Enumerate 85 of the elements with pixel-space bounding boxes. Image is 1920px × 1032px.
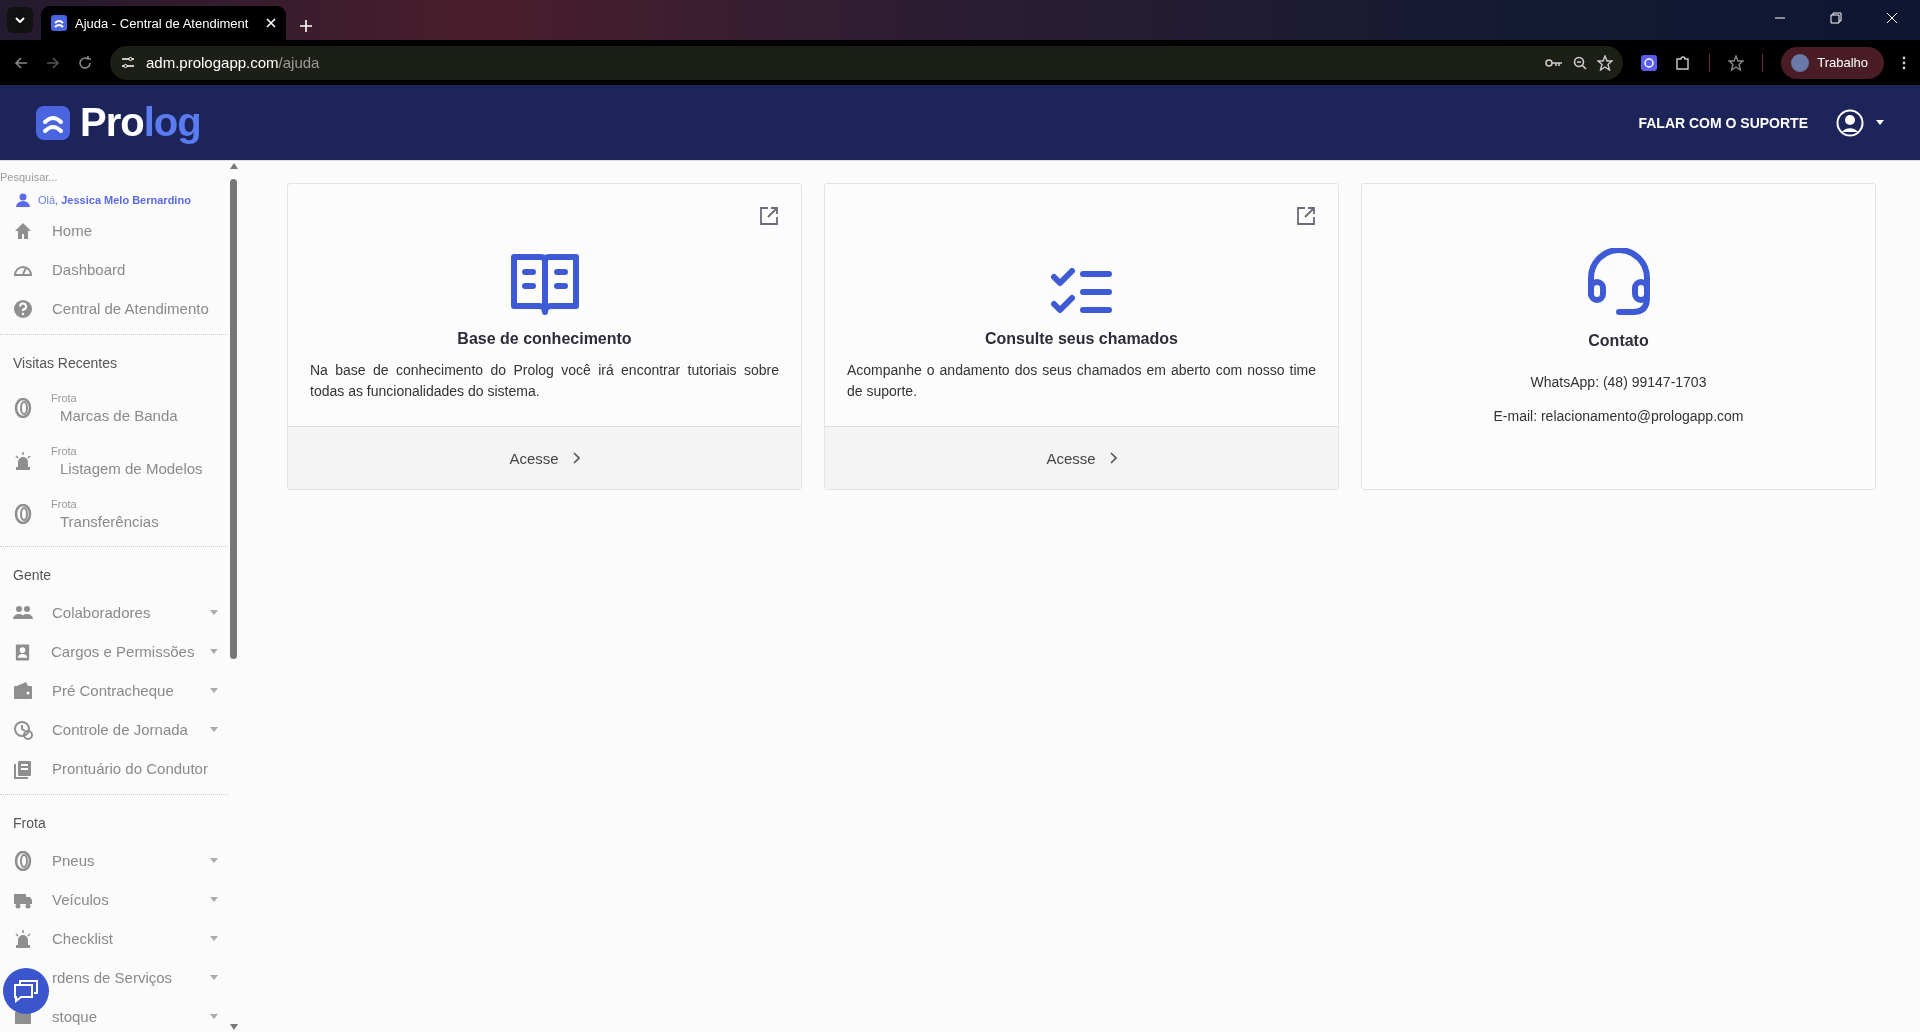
forward-icon[interactable]	[46, 55, 60, 70]
profile-button[interactable]: Trabalho	[1781, 46, 1884, 79]
card-title: Consulte seus chamados	[985, 330, 1178, 348]
caret-icon	[210, 897, 218, 902]
card-text: Na base de conhecimento do Prolog você irá encontrar tutoriais sobre todas as funcionalidades do sistema.	[310, 361, 779, 401]
sidebar-item[interactable]: Checklist	[0, 919, 228, 958]
scroll-down-icon[interactable]	[230, 1024, 238, 1030]
sidebar-item[interactable]: Dashboard	[0, 250, 228, 289]
search-field[interactable]: Pesquisar...	[0, 161, 200, 189]
siren-icon	[13, 450, 33, 471]
scrollbar[interactable]	[228, 161, 240, 1032]
recent-item[interactable]: Frota Transferências	[0, 487, 228, 540]
recent-item[interactable]: Frota Listagem de Modelos	[0, 434, 228, 487]
sidebar-item[interactable]: Pneus	[0, 841, 228, 880]
access-button[interactable]: Acesse	[288, 426, 801, 489]
contact-text: WhatsApp: (48) 99147-1703	[1530, 374, 1707, 390]
star-icon[interactable]	[1597, 54, 1614, 71]
sidebar-item[interactable]: Colaboradores	[0, 593, 228, 632]
support-link[interactable]: FALAR COM O SUPORTE	[1638, 114, 1808, 131]
close-icon[interactable]	[266, 18, 276, 28]
caret-icon	[210, 858, 218, 863]
contact-text: E-mail: relacionamento@prologapp.com	[1493, 408, 1744, 424]
browser-tab[interactable]: Ajuda - Central de Atendiment	[41, 6, 286, 40]
access-button[interactable]: Acesse	[825, 426, 1338, 489]
key-icon[interactable]	[1545, 56, 1564, 69]
caret-icon[interactable]	[1876, 120, 1884, 125]
zoom-icon[interactable]	[1573, 55, 1588, 70]
clock-icon	[13, 719, 33, 740]
logo[interactable]: Prolog	[36, 100, 201, 145]
card-title: Base de conhecimento	[457, 330, 632, 348]
app-logo-icon	[51, 15, 67, 31]
headset-icon	[1586, 248, 1651, 316]
bookmarks-icon[interactable]	[1728, 54, 1745, 71]
caret-icon	[210, 688, 218, 693]
caret-icon	[210, 610, 218, 615]
home-icon	[13, 220, 33, 241]
caret-icon	[210, 727, 218, 732]
back-icon[interactable]	[14, 55, 28, 70]
sidebar-item[interactable]: Home	[0, 211, 228, 250]
tab-list-button[interactable]	[7, 7, 33, 33]
external-link-icon[interactable]	[759, 206, 779, 226]
user-avatar-icon[interactable]	[1836, 108, 1864, 137]
sidebar-item[interactable]: Controle de Jornada	[0, 710, 228, 749]
badge-icon	[13, 641, 32, 662]
greeting-text: Olá, Jessica Melo Bernardino	[38, 194, 191, 206]
url-text[interactable]: adm.prologapp.com/ajuda	[146, 54, 320, 71]
book-icon	[510, 254, 579, 316]
tire-icon	[13, 503, 33, 524]
user-icon	[16, 193, 30, 207]
scroll-up-icon[interactable]	[230, 163, 238, 169]
card-title: Contato	[1588, 332, 1649, 350]
caret-icon	[210, 649, 218, 654]
section-title: Gente	[12, 566, 53, 585]
help-icon	[13, 298, 33, 319]
tire-icon	[13, 850, 33, 871]
section-title: Visitas Recentes	[12, 354, 118, 373]
sidebar-item[interactable]: Cargos e Permissões	[0, 632, 228, 671]
sidebar-item[interactable]: Central de Atendimento	[0, 289, 228, 328]
menu-icon[interactable]	[1902, 55, 1906, 70]
caret-icon	[210, 1014, 218, 1019]
restore-icon[interactable]	[1830, 12, 1842, 24]
new-tab-icon[interactable]	[300, 20, 312, 32]
sidebar-item[interactable]: Veículos	[0, 880, 228, 919]
checklist-icon	[1050, 268, 1113, 316]
caret-icon	[210, 936, 218, 941]
tire-icon	[13, 397, 33, 418]
chevron-icon	[15, 17, 25, 23]
sidebar-item[interactable]: Pré Contracheque	[0, 671, 228, 710]
document-icon	[13, 758, 33, 779]
chevron-icon	[1109, 452, 1117, 464]
chevron-icon	[572, 452, 580, 464]
close-icon[interactable]	[1886, 12, 1898, 24]
card-text: Acompanhe o andamento dos seus chamados em aberto com nosso time de suporte.	[847, 361, 1316, 401]
chat-button[interactable]	[3, 968, 49, 1014]
extension-icon[interactable]	[1641, 54, 1658, 71]
wallet-icon	[13, 680, 33, 701]
site-settings-icon[interactable]	[120, 54, 136, 71]
chat-icon	[13, 979, 39, 1003]
caret-icon	[210, 975, 218, 980]
reload-icon[interactable]	[78, 55, 92, 70]
external-link-icon[interactable]	[1296, 206, 1316, 226]
section-title: Frota	[12, 814, 47, 833]
recent-item[interactable]: Frota Marcas de Banda	[0, 381, 228, 434]
sidebar-item[interactable]: Prontuário do Condutor	[0, 749, 228, 788]
siren-icon	[13, 928, 33, 949]
